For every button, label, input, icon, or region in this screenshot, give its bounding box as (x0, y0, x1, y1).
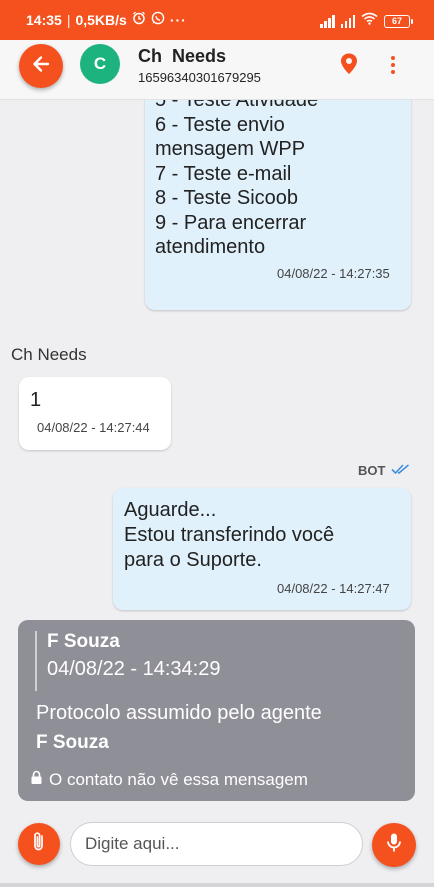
message-outgoing[interactable]: 5 - Teste Atividade 6 - Teste envio mens… (145, 100, 411, 310)
message-input[interactable] (70, 822, 363, 866)
status-separator: | (66, 11, 71, 28)
bot-label: BOT (358, 463, 411, 478)
message-line: 8 - Teste Sicoob (155, 187, 299, 209)
message-line: 6 - Teste envio (155, 113, 285, 136)
message-line: para o Suporte. (124, 549, 262, 571)
quote-name: F Souza (47, 631, 120, 652)
system-notice[interactable]: F Souza 04/08/22 - 14:34:29 Protocolo as… (18, 620, 415, 801)
message-text: Aguarde... Estou transferindo você para … (124, 498, 334, 573)
message-line: Aguarde... (124, 499, 217, 521)
message-line: 9 - Para encerrar (155, 211, 307, 234)
message-line: atendimento (155, 236, 266, 258)
message-line: 7 - Teste e-mail (155, 162, 292, 185)
chat-messages[interactable]: 5 - Teste Atividade 6 - Teste envio mens… (0, 100, 434, 817)
notice-text: Protocolo assumido pelo agente (36, 702, 322, 724)
status-left: 14:35 | 0,5KB/s ··· (26, 11, 187, 28)
message-timestamp: 04/08/22 - 14:27:44 (37, 420, 150, 435)
more-vertical-icon (391, 56, 395, 60)
status-time: 14:35 (26, 11, 62, 28)
microphone-icon (385, 832, 403, 859)
message-text: 5 - Teste Atividade 6 - Teste envio mens… (155, 100, 318, 260)
lock-icon (30, 770, 43, 790)
private-note-text: O contato não vê essa mensagem (49, 770, 308, 789)
sender-label: BOT (358, 463, 386, 478)
quote-date: 04/08/22 - 14:34:29 (47, 658, 221, 680)
paperclip-icon (29, 831, 49, 858)
message-text: 1 (30, 389, 42, 411)
message-line: 5 - Teste Atividade (155, 100, 319, 111)
status-right: 67 (320, 12, 413, 30)
alarm-icon (132, 11, 146, 28)
message-timestamp: 04/08/22 - 14:27:47 (277, 581, 390, 596)
message-sender: Ch Needs (11, 345, 87, 364)
wifi-icon (361, 12, 378, 30)
message-line: Estou transferindo você (124, 524, 335, 546)
attach-button[interactable] (18, 823, 60, 865)
status-bar: 14:35 | 0,5KB/s ··· 67 (0, 0, 434, 40)
mic-button[interactable] (372, 823, 416, 867)
chat-header: C Ch Needs 16596340301679295 (0, 40, 434, 100)
whatsapp-icon (151, 11, 165, 28)
notice-agent: F Souza (36, 732, 109, 753)
double-check-icon (391, 463, 411, 478)
message-outgoing[interactable]: Aguarde... Estou transferindo você para … (113, 488, 411, 610)
menu-button[interactable] (384, 52, 402, 78)
location-pin-icon (338, 53, 360, 80)
message-line: mensagem WPP (155, 138, 306, 160)
notice-quote: F Souza 04/08/22 - 14:34:29 (35, 631, 220, 691)
message-incoming[interactable]: 1 04/08/22 - 14:27:44 (19, 377, 171, 450)
more-dots-icon: ··· (169, 11, 187, 28)
signal-icon (340, 14, 355, 28)
private-note: O contato não vê essa mensagem (30, 770, 308, 790)
back-button[interactable] (19, 44, 63, 88)
battery-icon: 67 (384, 14, 413, 28)
status-net-speed: 0,5KB/s (75, 11, 127, 28)
contact-name[interactable]: Ch Needs (138, 46, 226, 67)
nav-bar-line (0, 883, 434, 887)
contact-phone: 16596340301679295 (138, 70, 261, 85)
signal-icon (320, 14, 335, 28)
composer-bar (0, 817, 434, 887)
message-timestamp: 04/08/22 - 14:27:35 (277, 266, 390, 281)
contact-avatar[interactable]: C (80, 44, 120, 84)
location-button[interactable] (338, 52, 360, 81)
arrow-left-icon (31, 54, 51, 79)
